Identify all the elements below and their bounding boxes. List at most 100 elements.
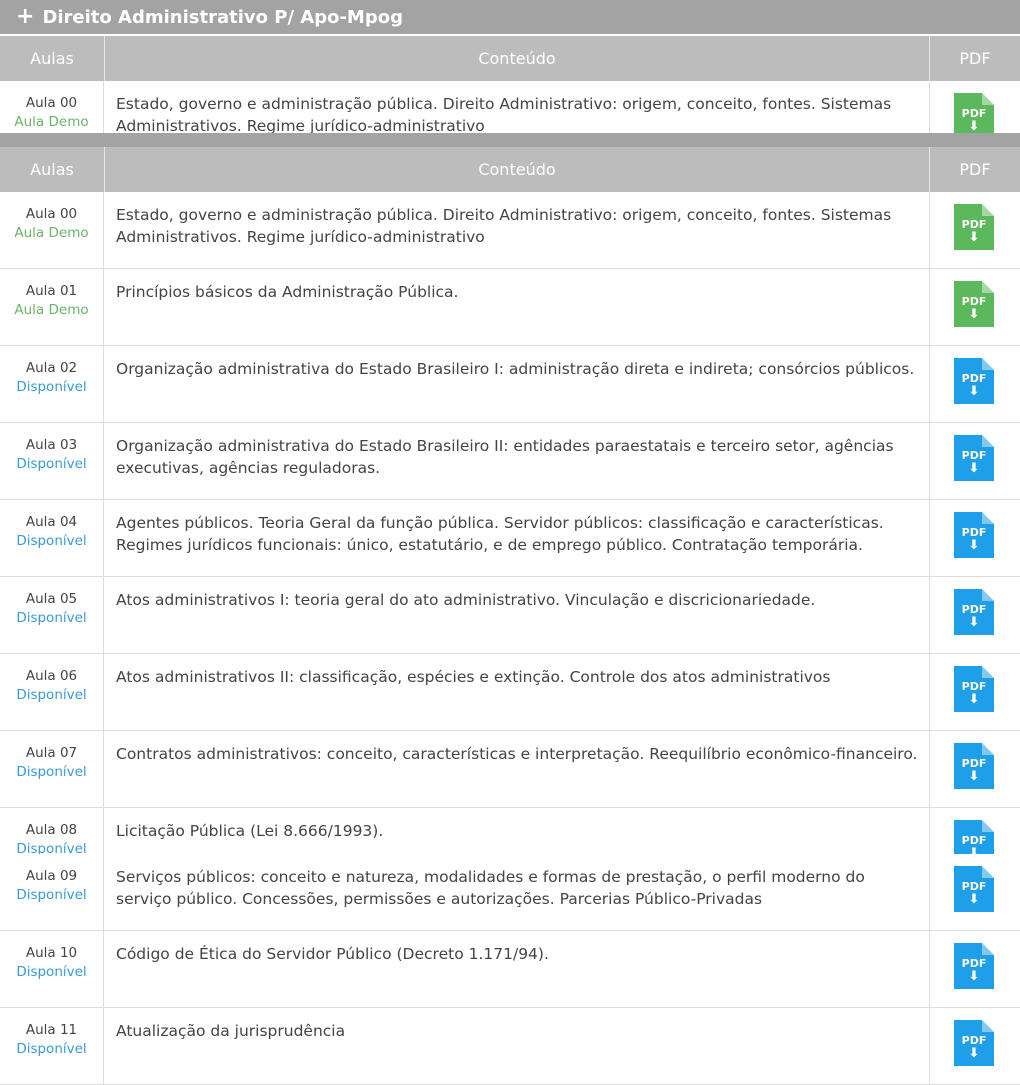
pdf-cell: PDF⬇ bbox=[929, 269, 1020, 345]
pdf-cell: PDF⬇ bbox=[929, 423, 1020, 499]
conteudo-text: Código de Ética do Servidor Público (Dec… bbox=[116, 945, 549, 963]
pdf-download-icon[interactable]: PDF⬇ bbox=[954, 866, 994, 912]
conteudo-text: Estado, governo e administração pública.… bbox=[116, 206, 892, 246]
header-pdf: PDF bbox=[959, 160, 991, 179]
table-header: Aulas Conteúdo PDF bbox=[0, 147, 1020, 192]
pdf-download-icon[interactable]: PDF⬇ bbox=[954, 512, 994, 558]
aula-number: Aula 03 bbox=[25, 437, 78, 453]
header-pdf: PDF bbox=[959, 49, 991, 68]
overlap-divider bbox=[0, 133, 1020, 147]
conteudo-text: Estado, governo e administração pública.… bbox=[116, 95, 892, 135]
header-conteudo: Conteúdo bbox=[105, 36, 930, 81]
download-arrow-icon: ⬇ bbox=[968, 307, 980, 322]
conteudo-text: Licitação Pública (Lei 8.666/1993). bbox=[116, 822, 384, 840]
pdf-download-icon[interactable]: PDF⬇ bbox=[954, 204, 994, 250]
pdf-cell: PDF⬇ bbox=[929, 931, 1020, 1007]
pdf-download-icon[interactable]: PDF⬇ bbox=[954, 943, 994, 989]
aula-cell: Aula 08 Disponível bbox=[0, 808, 104, 857]
conteudo-text: Princípios básicos da Administração Públ… bbox=[116, 283, 459, 301]
table-row: Aula 00 Aula Demo Estado, governo e admini… bbox=[0, 81, 1020, 139]
course-title: Direito Administrativo P/ Apo-Mpog bbox=[42, 6, 403, 28]
header-aulas: Aulas bbox=[0, 147, 105, 192]
aula-status: Disponível bbox=[16, 964, 87, 980]
pdf-cell: PDF⬇ bbox=[929, 654, 1020, 730]
aula-number: Aula 05 bbox=[25, 591, 78, 607]
aula-number: Aula 09 bbox=[25, 868, 78, 884]
aula-cell: Aula 00 Aula Demo bbox=[0, 192, 104, 268]
table-row: Aula 04 Disponível Agentes públicos. Teori… bbox=[0, 500, 1020, 577]
conteudo-text: Atos administrativos I: teoria geral do … bbox=[116, 591, 816, 609]
aula-status: Disponível bbox=[16, 1041, 87, 1057]
aula-cell: Aula 09 Disponível bbox=[0, 854, 104, 930]
table-row: Aula 07 Disponível Contratos administrativ… bbox=[0, 731, 1020, 808]
pdf-download-icon[interactable]: PDF⬇ bbox=[954, 743, 994, 789]
aula-number: Aula 04 bbox=[25, 514, 78, 530]
download-arrow-icon: ⬇ bbox=[968, 384, 980, 399]
pdf-cell: PDF⬇ bbox=[929, 731, 1020, 807]
aula-number: Aula 10 bbox=[25, 945, 78, 961]
table-row: Aula 10 Disponível Código de Ética do Serv… bbox=[0, 931, 1020, 1008]
conteudo-text: Organização administrativa do Estado Bra… bbox=[116, 360, 915, 378]
conteudo-text: Contratos administrativos: conceito, car… bbox=[116, 745, 918, 763]
pdf-cell: PDF⬇ bbox=[929, 577, 1020, 653]
pdf-download-icon[interactable]: PDF⬇ bbox=[954, 589, 994, 635]
aula-status: Disponível bbox=[16, 533, 87, 549]
aula-status: Aula Demo bbox=[14, 302, 89, 318]
conteudo-text: Atos administrativos II: classificação, … bbox=[116, 668, 831, 686]
aula-cell: Aula 06 Disponível bbox=[0, 654, 104, 730]
aula-status: Aula Demo bbox=[14, 225, 89, 241]
conteudo-text: Agentes públicos. Teoria Geral da função… bbox=[116, 514, 884, 554]
aula-cell: Aula 07 Disponível bbox=[0, 731, 104, 807]
aula-number: Aula 00 bbox=[25, 206, 78, 222]
aula-cell: Aula 02 Disponível bbox=[0, 346, 104, 422]
download-arrow-icon: ⬇ bbox=[968, 769, 980, 784]
pdf-cell: PDF⬇ bbox=[929, 81, 1020, 139]
pdf-download-icon[interactable]: PDF⬇ bbox=[954, 281, 994, 327]
download-arrow-icon: ⬇ bbox=[968, 230, 980, 245]
aula-cell: Aula 11 Disponível bbox=[0, 1008, 104, 1084]
table-row: Aula 11 Disponível Atualização da jurispru… bbox=[0, 1008, 1020, 1085]
aula-cell: Aula 04 Disponível bbox=[0, 500, 104, 576]
aula-status: Disponível bbox=[16, 887, 87, 903]
pdf-download-icon[interactable]: PDF⬇ bbox=[954, 1020, 994, 1066]
pdf-cell: PDF⬇ bbox=[929, 192, 1020, 268]
conteudo-text: Atualização da jurisprudência bbox=[116, 1022, 346, 1040]
pdf-cell: PDF⬇ bbox=[929, 1008, 1020, 1084]
header-aulas: Aulas bbox=[0, 36, 105, 81]
download-arrow-icon: ⬇ bbox=[968, 538, 980, 553]
table-row: Aula 06 Disponível Atos administrativos II… bbox=[0, 654, 1020, 731]
table-row: Aula 08 Disponível Licitação Pública (Lei … bbox=[0, 808, 1020, 866]
download-arrow-icon: ⬇ bbox=[968, 461, 980, 476]
table-header-top: Aulas Conteúdo PDF bbox=[0, 36, 1020, 81]
pdf-cell: PDF⬇ bbox=[929, 500, 1020, 576]
aula-number: Aula 02 bbox=[25, 360, 78, 376]
pdf-cell: PDF⬇ bbox=[929, 346, 1020, 422]
pdf-download-icon[interactable]: PDF⬇ bbox=[954, 666, 994, 712]
download-arrow-icon: ⬇ bbox=[968, 692, 980, 707]
aula-number: Aula 07 bbox=[25, 745, 78, 761]
download-arrow-icon: ⬇ bbox=[968, 119, 980, 134]
table-row: Aula 00 Aula Demo Estado, governo e admini… bbox=[0, 192, 1020, 269]
aula-status: Disponível bbox=[16, 379, 87, 395]
download-arrow-icon: ⬇ bbox=[968, 1046, 980, 1061]
pdf-cell: PDF⬇ bbox=[929, 854, 1020, 930]
aula-status: Disponível bbox=[16, 456, 87, 472]
header-conteudo: Conteúdo bbox=[105, 147, 930, 192]
table-row: Aula 09 Disponível Serviços públicos: conc… bbox=[0, 854, 1020, 931]
download-arrow-icon: ⬇ bbox=[968, 969, 980, 984]
pdf-cell: PDF⬇ bbox=[929, 808, 1020, 866]
pdf-download-icon[interactable]: PDF⬇ bbox=[954, 358, 994, 404]
pdf-download-icon[interactable]: PDF⬇ bbox=[954, 435, 994, 481]
table-row: Aula 01 Aula Demo Princípios básicos da Ad… bbox=[0, 269, 1020, 346]
aula-cell: Aula 00 Aula Demo bbox=[0, 81, 104, 134]
expand-plus-icon[interactable]: + bbox=[16, 6, 34, 28]
course-title-bar[interactable]: + Direito Administrativo P/ Apo-Mpog bbox=[0, 0, 1020, 34]
download-arrow-icon: ⬇ bbox=[968, 615, 980, 630]
aula-cell: Aula 10 Disponível bbox=[0, 931, 104, 1007]
aula-status: Aula Demo bbox=[14, 114, 89, 130]
conteudo-text: Organização administrativa do Estado Bra… bbox=[116, 437, 894, 477]
aula-number: Aula 11 bbox=[25, 1022, 78, 1038]
aula-number: Aula 01 bbox=[25, 283, 78, 299]
aula-status: Disponível bbox=[16, 764, 87, 780]
conteudo-text: Serviços públicos: conceito e natureza, … bbox=[116, 868, 865, 908]
